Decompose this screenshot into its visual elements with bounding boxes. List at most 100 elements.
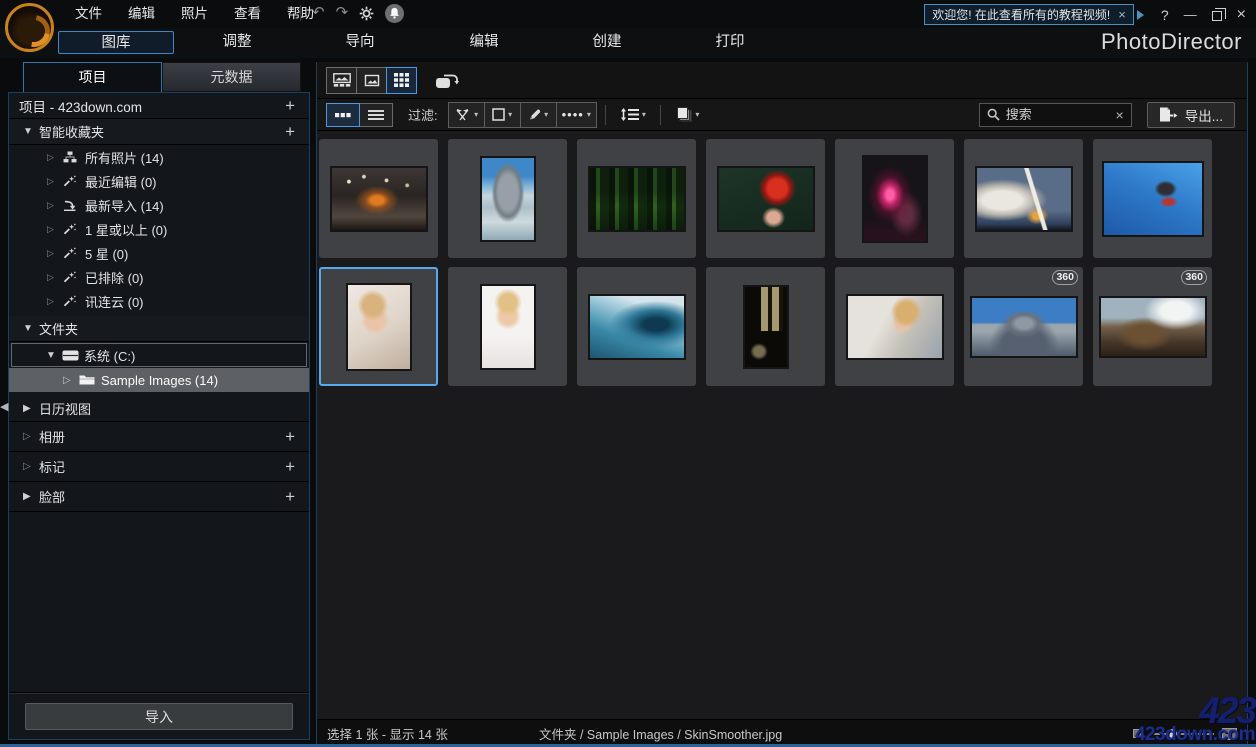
photo-thumbnail-karst-rock-boat[interactable] bbox=[448, 139, 567, 258]
help-button[interactable]: ? bbox=[1158, 7, 1172, 23]
secondary-display-icon[interactable] bbox=[435, 72, 459, 89]
undo-icon[interactable]: ↶ bbox=[312, 3, 325, 23]
project-header-label: 项目 - 423down.com bbox=[19, 99, 143, 115]
chevron-down-icon[interactable]: ▼ bbox=[46, 350, 62, 361]
tree-item-5-star[interactable]: ▷ 5 星 (0) bbox=[9, 241, 309, 265]
viewer-view-button[interactable] bbox=[356, 66, 387, 94]
photo-thumbnail-smiling-woman-selected[interactable] bbox=[319, 267, 438, 386]
chevron-right-icon[interactable]: ▶ bbox=[23, 491, 39, 502]
tree-item-sample-images[interactable]: ▷ Sample Images (14) bbox=[9, 368, 309, 392]
photo-thumbnail-panorama-canyon[interactable]: 360 bbox=[1093, 267, 1212, 386]
menu-file[interactable]: 文件 bbox=[62, 4, 115, 24]
export-icon bbox=[1159, 107, 1178, 122]
tree-item-recently-edited[interactable]: ▷ 最近编辑 (0) bbox=[9, 169, 309, 193]
calendar-view-header[interactable]: ▶ 日历视图 bbox=[9, 395, 309, 422]
minimize-button[interactable]: — bbox=[1181, 8, 1200, 21]
add-face-button[interactable]: + bbox=[285, 488, 299, 505]
tree-item-drive-c[interactable]: ▼ 系统 (C:) bbox=[11, 343, 307, 367]
close-button[interactable]: × bbox=[1235, 6, 1248, 23]
divider bbox=[300, 5, 301, 21]
photo-thumbnail-ocean-wave[interactable] bbox=[577, 267, 696, 386]
chevron-right-icon[interactable]: ▷ bbox=[63, 375, 79, 386]
edited-filter-button[interactable]: ▾ bbox=[519, 101, 557, 128]
photo-thumbnail-neon-cafe-sign[interactable] bbox=[835, 139, 954, 258]
photo-thumbnail-skateboarder[interactable] bbox=[1093, 139, 1212, 258]
sidebar-collapse-arrow[interactable]: ◀ bbox=[0, 390, 12, 422]
photo-thumbnail-rocket-launch[interactable] bbox=[964, 139, 1083, 258]
photo-thumbnail-basketball-dunk[interactable] bbox=[319, 139, 438, 258]
menu-photo[interactable]: 照片 bbox=[168, 4, 221, 24]
tab-guided[interactable]: 导向 bbox=[310, 31, 410, 54]
tags-header[interactable]: ▷ 标记 + bbox=[9, 452, 309, 482]
add-album-button[interactable]: + bbox=[285, 428, 299, 445]
list-view-button[interactable] bbox=[359, 102, 393, 127]
search-input[interactable] bbox=[1005, 107, 1110, 122]
photo-thumbnail-panorama-monument[interactable]: 360 bbox=[964, 267, 1083, 386]
smart-collection-header[interactable]: ▼ 智能收藏夹 + bbox=[9, 119, 309, 145]
search-icon bbox=[987, 108, 1000, 121]
menu-edit[interactable]: 编辑 bbox=[115, 4, 168, 24]
add-project-button[interactable]: + bbox=[285, 97, 299, 114]
redo-icon[interactable]: ↷ bbox=[336, 3, 349, 23]
tab-metadata[interactable]: 元数据 bbox=[162, 62, 301, 92]
small-thumbnail-icon[interactable] bbox=[1133, 729, 1144, 738]
add-smart-collection-button[interactable]: + bbox=[285, 123, 299, 140]
tab-create[interactable]: 创建 bbox=[557, 31, 657, 54]
color-label-filter-button[interactable]: •••• ▾ bbox=[555, 101, 597, 128]
albums-header[interactable]: ▷ 相册 + bbox=[9, 422, 309, 452]
tab-library[interactable]: 图库 bbox=[58, 31, 174, 54]
large-thumbnail-icon[interactable] bbox=[1222, 727, 1237, 740]
stack-icon bbox=[677, 107, 693, 122]
label-filter-button[interactable]: ▾ bbox=[483, 101, 521, 128]
sort-button[interactable]: ▾ bbox=[615, 102, 652, 128]
chevron-right-icon[interactable]: ▷ bbox=[47, 272, 63, 283]
zoom-slider-handle[interactable] bbox=[1168, 728, 1177, 738]
folders-header[interactable]: ▼ 文件夹 bbox=[9, 316, 309, 342]
magic-wand-icon bbox=[63, 295, 85, 307]
chevron-right-icon[interactable]: ▷ bbox=[47, 176, 63, 187]
tab-edit[interactable]: 编辑 bbox=[434, 31, 534, 54]
settings-gear-icon[interactable] bbox=[359, 6, 374, 21]
chevron-down-icon[interactable]: ▼ bbox=[23, 126, 39, 137]
clear-search-icon[interactable]: × bbox=[1116, 107, 1124, 123]
tree-item-rejected[interactable]: ▷ 已排除 (0) bbox=[9, 265, 309, 289]
welcome-tooltip: 欢迎您! 在此查看所有的教程视频! × bbox=[924, 4, 1134, 25]
tab-print[interactable]: 打印 bbox=[680, 31, 780, 54]
chevron-right-icon[interactable]: ▷ bbox=[47, 152, 63, 163]
tree-item-all-photos[interactable]: ▷ 所有照片 (14) bbox=[9, 145, 309, 169]
restore-button[interactable] bbox=[1211, 8, 1226, 21]
search-box[interactable]: × bbox=[978, 102, 1132, 127]
tree-item-cyberlink-cloud[interactable]: ▷ 讯连云 (0) bbox=[9, 289, 309, 313]
photo-thumbnail-window-light[interactable] bbox=[706, 267, 825, 386]
photo-thumbnail-sunlit-forest[interactable] bbox=[577, 139, 696, 258]
flag-filter-button[interactable]: ▾ bbox=[447, 101, 485, 128]
grid-view-button[interactable] bbox=[386, 66, 417, 94]
chevron-right-icon[interactable]: ▷ bbox=[47, 248, 63, 259]
browser-view-button[interactable] bbox=[326, 66, 357, 94]
chevron-right-icon[interactable]: ▷ bbox=[47, 224, 63, 235]
export-button[interactable]: 导出... bbox=[1146, 101, 1235, 128]
chevron-right-icon[interactable]: ▷ bbox=[47, 296, 63, 307]
tab-adjust[interactable]: 调整 bbox=[187, 31, 287, 54]
add-tag-button[interactable]: + bbox=[285, 458, 299, 475]
faces-header[interactable]: ▶ 脸部 + bbox=[9, 482, 309, 512]
small-thumbnails-button[interactable] bbox=[326, 102, 360, 127]
tree-item-1-star-up[interactable]: ▷ 1 星或以上 (0) bbox=[9, 217, 309, 241]
chevron-right-icon[interactable]: ▷ bbox=[23, 431, 39, 442]
photo-thumbnail-woman-leaning[interactable] bbox=[835, 267, 954, 386]
import-button[interactable]: 导入 bbox=[25, 703, 293, 730]
tree-item-latest-imports[interactable]: ▷ 最新导入 (14) bbox=[9, 193, 309, 217]
stack-photos-button[interactable]: ▾ bbox=[670, 102, 707, 128]
chevron-right-icon[interactable]: ▷ bbox=[47, 200, 63, 211]
photo-thumbnail-laughing-woman[interactable] bbox=[448, 267, 567, 386]
menu-view[interactable]: 查看 bbox=[221, 4, 274, 24]
photo-thumbnail-red-maple-leaf[interactable] bbox=[706, 139, 825, 258]
chevron-right-icon[interactable]: ▷ bbox=[23, 461, 39, 472]
drive-icon bbox=[62, 350, 84, 361]
zoom-slider[interactable] bbox=[1152, 728, 1214, 738]
chevron-down-icon[interactable]: ▼ bbox=[23, 323, 39, 334]
tab-project[interactable]: 项目 bbox=[23, 62, 162, 92]
notification-bell-icon[interactable] bbox=[385, 3, 405, 23]
chevron-right-icon[interactable]: ▶ bbox=[23, 403, 39, 414]
tooltip-close-icon[interactable]: × bbox=[1118, 8, 1126, 21]
